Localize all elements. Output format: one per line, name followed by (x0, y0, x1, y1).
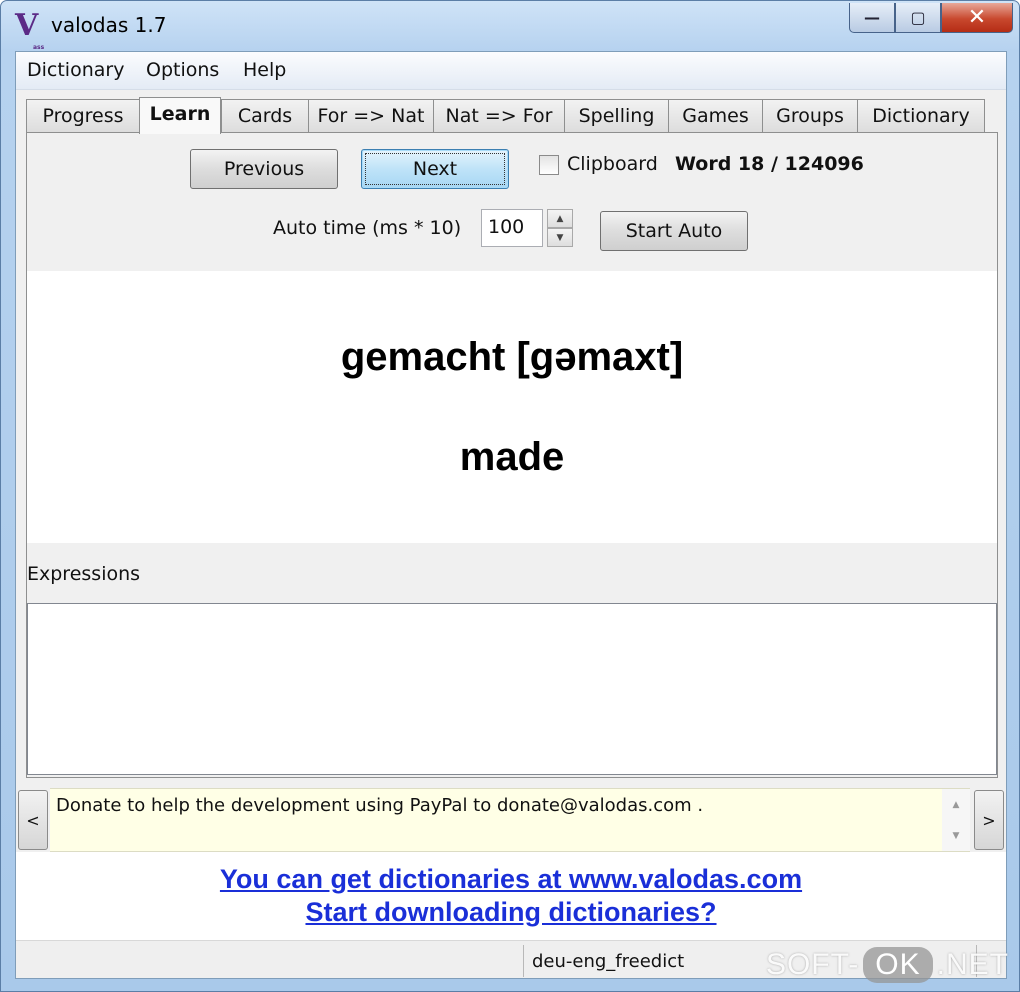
tab-spelling[interactable]: Spelling (564, 99, 669, 133)
start-downloading-link[interactable]: Start downloading dictionaries? (16, 897, 1006, 928)
word-counter: Word 18 / 124096 (675, 153, 864, 175)
native-word: made (459, 435, 565, 479)
start-auto-button[interactable]: Start Auto (600, 211, 748, 251)
watermark-part-3: .NET (936, 948, 1009, 981)
get-dictionaries-link[interactable]: You can get dictionaries at www.valodas.… (16, 864, 1006, 895)
app-window: Vass valodas 1.7 — ▢ ✕ Dictionary Option… (0, 0, 1020, 992)
donate-next-button[interactable]: > (974, 790, 1004, 850)
tab-groups[interactable]: Groups (762, 99, 858, 133)
links-area: You can get dictionaries at www.valodas.… (16, 852, 1006, 940)
menu-help[interactable]: Help (243, 59, 286, 81)
watermark: SOFT- OK .NET (766, 947, 1009, 983)
auto-time-input[interactable]: 100 (481, 209, 543, 247)
window-controls: — ▢ ✕ (849, 3, 1013, 33)
watermark-part-1: SOFT- (765, 948, 860, 981)
donate-message-area: Donate to help the development using Pay… (50, 788, 970, 852)
scroll-up-icon[interactable]: ▲ (942, 789, 970, 820)
tab-cards[interactable]: Cards (221, 99, 309, 133)
menu-options[interactable]: Options (146, 59, 219, 81)
minimize-button[interactable]: — (849, 3, 895, 33)
status-dictionary: deu-eng_freedict (532, 951, 685, 972)
auto-time-spinner: ▲ ▼ (547, 209, 573, 247)
app-logo-icon: Vass (15, 8, 45, 52)
focus-ring (365, 153, 505, 185)
window-title: valodas 1.7 (51, 13, 167, 37)
previous-button[interactable]: Previous (190, 149, 338, 189)
maximize-button[interactable]: ▢ (895, 3, 941, 33)
donate-prev-button[interactable]: < (18, 790, 48, 850)
spin-down-icon[interactable]: ▼ (547, 228, 573, 247)
tab-dictionary[interactable]: Dictionary (857, 99, 985, 133)
word-display: gemacht [gəmaxt] made (27, 271, 997, 543)
tab-strip: Progress Learn Cards For => Nat Nat => F… (26, 97, 996, 134)
tab-progress[interactable]: Progress (26, 99, 140, 133)
title-bar[interactable]: Vass valodas 1.7 — ▢ ✕ (1, 1, 1019, 51)
close-button[interactable]: ✕ (941, 3, 1013, 33)
tab-games[interactable]: Games (668, 99, 763, 133)
clipboard-checkbox[interactable] (539, 155, 559, 175)
donate-text: Donate to help the development using Pay… (56, 795, 704, 816)
expressions-label: Expressions (27, 563, 141, 585)
tab-learn[interactable]: Learn (139, 97, 221, 134)
menu-dictionary[interactable]: Dictionary (27, 59, 124, 81)
learn-panel: Previous Next Clipboard Word 18 / 124096… (26, 132, 998, 778)
spin-up-icon[interactable]: ▲ (547, 209, 573, 228)
expressions-box[interactable] (27, 603, 997, 775)
status-separator (523, 945, 524, 977)
foreign-word: gemacht [gəmaxt] (340, 335, 684, 379)
clipboard-label[interactable]: Clipboard (567, 153, 658, 175)
client-area: Dictionary Options Help Progress Learn C… (15, 51, 1007, 979)
tab-for-nat[interactable]: For => Nat (308, 99, 434, 133)
next-button[interactable]: Next (361, 149, 509, 189)
auto-time-label: Auto time (ms * 10) (273, 217, 462, 239)
menu-bar: Dictionary Options Help (16, 52, 1006, 90)
donate-strip: < Donate to help the development using P… (16, 788, 1006, 852)
scroll-down-icon[interactable]: ▼ (942, 820, 970, 851)
watermark-part-2: OK (863, 947, 933, 983)
donate-scrollbar[interactable]: ▲ ▼ (942, 789, 970, 851)
tab-nat-for[interactable]: Nat => For (433, 99, 565, 133)
